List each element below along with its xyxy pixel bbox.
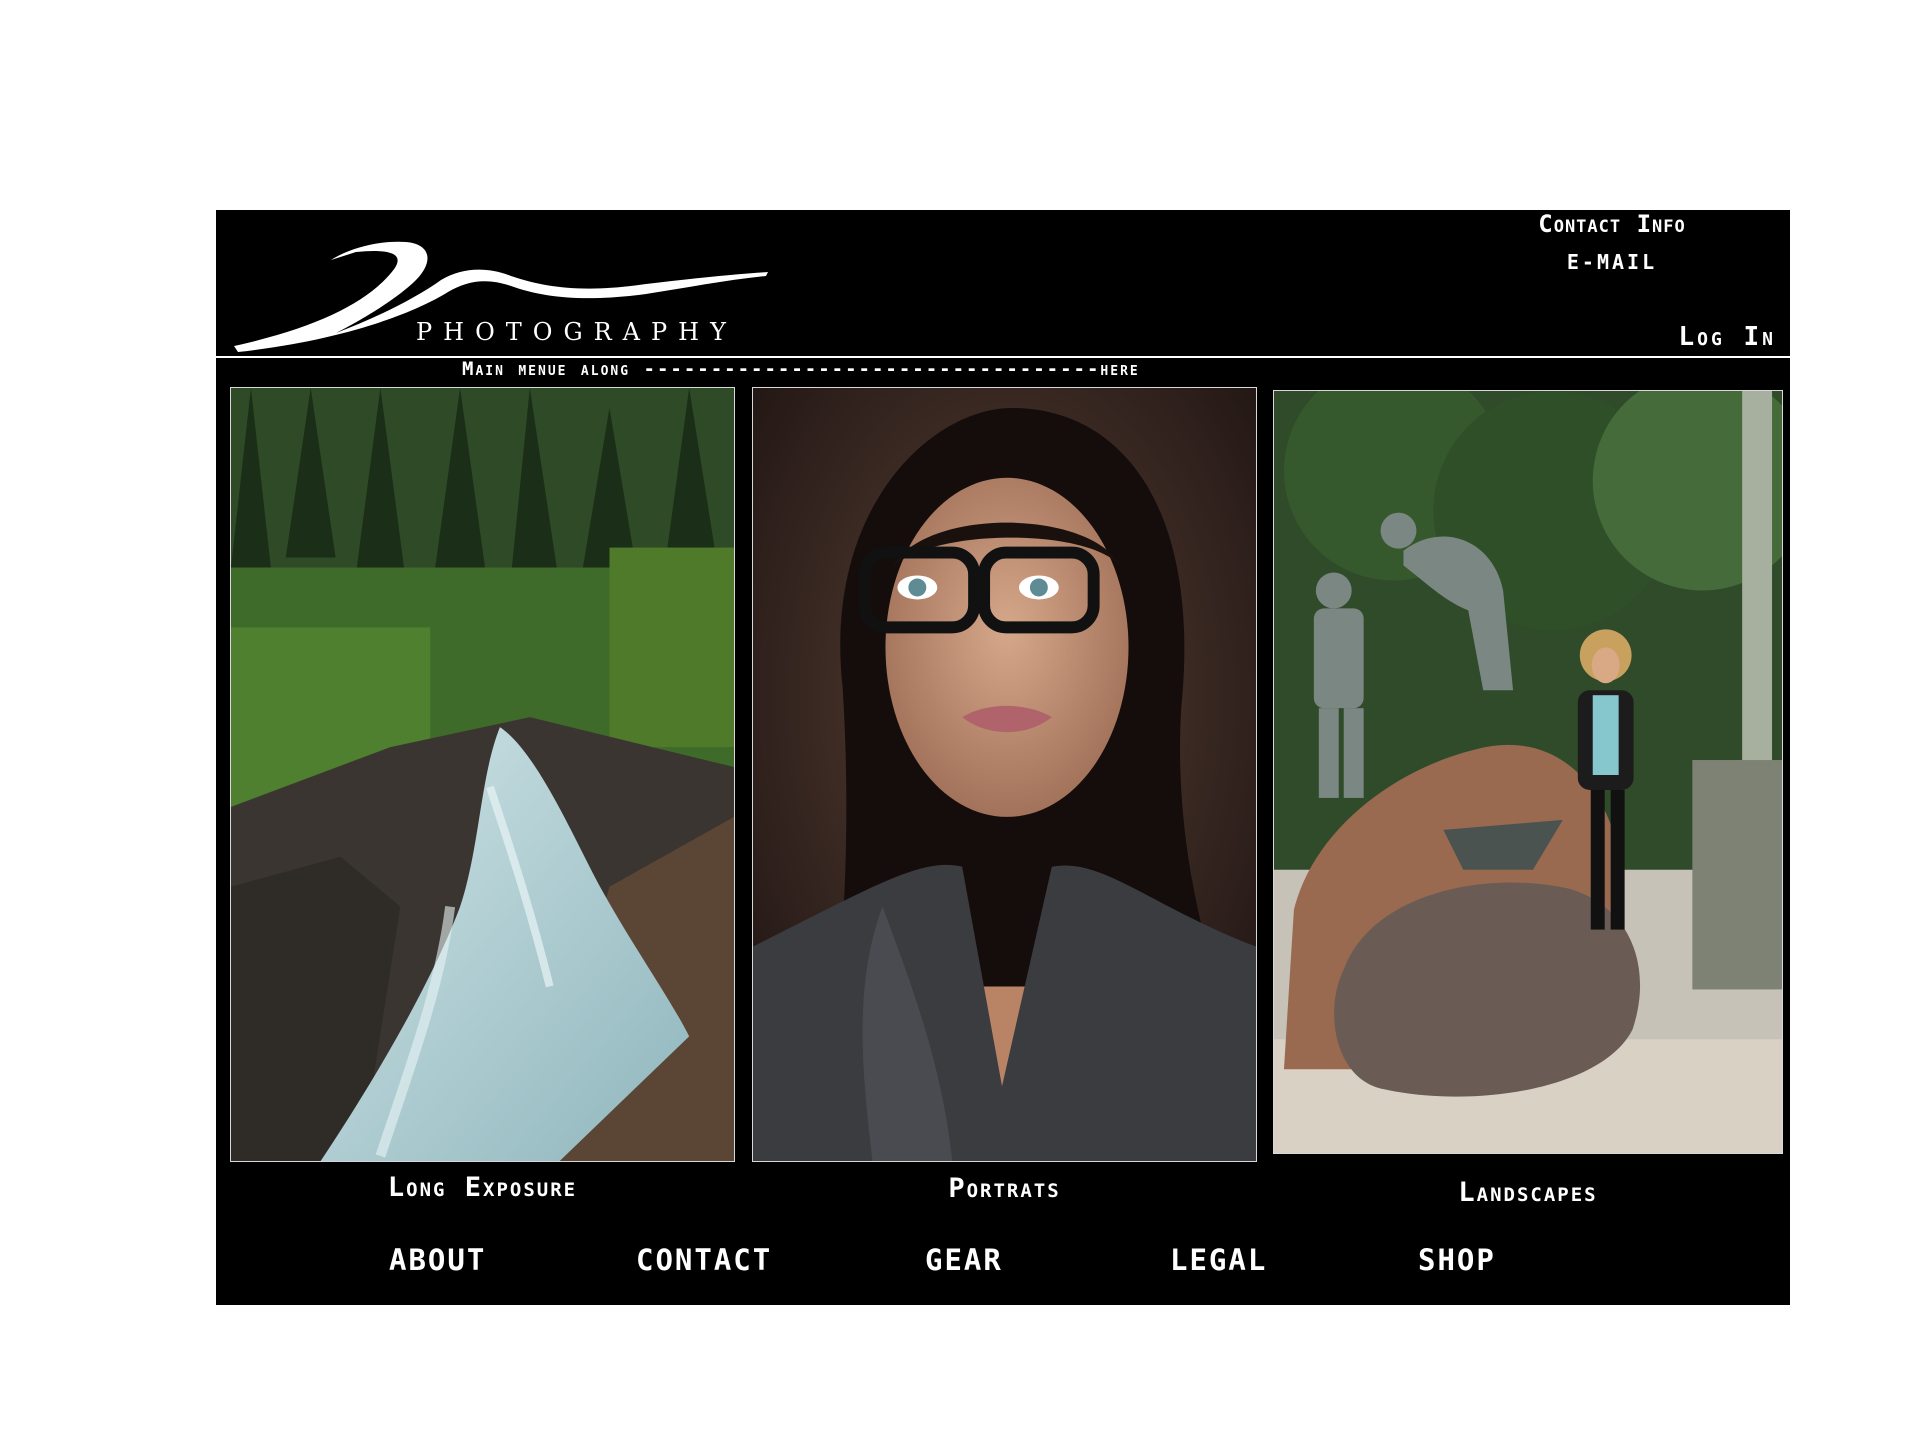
caption-landscapes[interactable]: Landscapes — [1273, 1177, 1783, 1208]
contact-info-link[interactable]: Contact Info — [1502, 210, 1722, 238]
footer-about-link[interactable]: ABOUT — [389, 1243, 486, 1277]
email-link[interactable]: E-MAIL — [1502, 250, 1722, 274]
photo-landscapes[interactable] — [1273, 390, 1783, 1154]
site-frame: PHOTOGRAPHY Contact Info E-MAIL Log In M… — [216, 210, 1790, 1305]
statue-with-woman-image — [1274, 391, 1782, 1153]
main-menu-placeholder: Main menue along -----------------------… — [462, 358, 1140, 380]
footer-legal-link[interactable]: LEGAL — [1170, 1243, 1267, 1277]
waterfall-forest-image — [231, 388, 734, 1161]
logo-mark-icon: PHOTOGRAPHY — [234, 241, 768, 352]
login-link[interactable]: Log In — [1679, 322, 1776, 352]
footer-contact-link[interactable]: CONTACT — [636, 1243, 772, 1277]
photo-portraits[interactable] — [752, 387, 1257, 1162]
logo-text: PHOTOGRAPHY — [416, 318, 737, 346]
photo-long-exposure[interactable] — [230, 387, 735, 1162]
footer-gear-link[interactable]: GEAR — [925, 1243, 1003, 1277]
caption-portraits[interactable]: Portrats — [752, 1173, 1257, 1204]
portrait-woman-image — [753, 388, 1256, 1161]
caption-long-exposure[interactable]: Long Exposure — [230, 1172, 735, 1203]
footer-shop-link[interactable]: SHOP — [1418, 1243, 1496, 1277]
logo[interactable]: PHOTOGRAPHY — [226, 218, 776, 358]
